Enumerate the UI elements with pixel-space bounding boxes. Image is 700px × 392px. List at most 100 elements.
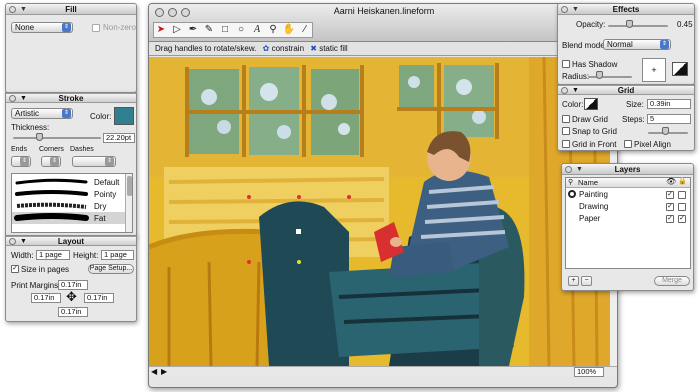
brush-stroke-preview bbox=[16, 202, 87, 209]
margin-right-field[interactable]: 0.17in bbox=[84, 293, 114, 303]
grid-steps-slider-knob[interactable] bbox=[662, 127, 669, 135]
horizontal-scrollbar[interactable]: ◀ ▶ 100% bbox=[149, 366, 617, 377]
width-label: Width: bbox=[11, 251, 34, 260]
document-titlebar[interactable]: Aarni Heiskanen.lineform ➤ ▷ ✒ ✎ □ ○ A ⚲… bbox=[149, 4, 617, 42]
disclosure-triangle-icon[interactable]: ▼ bbox=[20, 237, 27, 246]
draw-grid-checkbox[interactable] bbox=[562, 115, 570, 123]
document-window: Aarni Heiskanen.lineform ➤ ▷ ✒ ✎ □ ○ A ⚲… bbox=[148, 3, 618, 388]
list-item[interactable]: Dry bbox=[12, 200, 132, 212]
ends-select[interactable]: ⇕ bbox=[11, 156, 31, 167]
thickness-field[interactable]: 22.20pt bbox=[103, 133, 135, 143]
pen-tool-icon[interactable]: ✒ bbox=[186, 23, 200, 37]
pixel-align-checkbox[interactable] bbox=[624, 140, 632, 148]
scroll-left-icon[interactable]: ◀ bbox=[151, 367, 157, 376]
brush-list[interactable]: Default Pointy Dry Fat bbox=[11, 173, 133, 233]
chevron-updown-icon: ⇕ bbox=[660, 40, 669, 49]
layer-visible-checkbox[interactable]: ✓ bbox=[666, 215, 674, 223]
radius-slider[interactable] bbox=[588, 76, 632, 78]
list-item[interactable]: Default bbox=[12, 176, 132, 188]
grid-size-label: Size: bbox=[626, 100, 644, 109]
list-item[interactable]: Pointy bbox=[12, 188, 132, 200]
pencil-tool-icon[interactable]: ✎ bbox=[202, 23, 216, 37]
has-shadow-label: Has Shadow bbox=[572, 60, 618, 69]
shadow-offset-pad[interactable]: + bbox=[642, 58, 666, 82]
close-icon[interactable] bbox=[9, 6, 16, 13]
opacity-slider-knob[interactable] bbox=[626, 20, 633, 28]
stroke-style-select[interactable]: Artistic ⇕ bbox=[11, 108, 73, 119]
size-in-pages-checkbox[interactable]: ✓ bbox=[11, 265, 19, 273]
grid-size-field[interactable]: 0.39in bbox=[647, 99, 691, 109]
rectangle-tool-icon[interactable]: □ bbox=[218, 23, 232, 37]
height-field[interactable]: 1 page bbox=[101, 250, 134, 260]
layer-lock-checkbox[interactable] bbox=[678, 203, 686, 211]
zoom-value: 100% bbox=[577, 367, 597, 376]
ellipse-tool-icon[interactable]: ○ bbox=[234, 23, 248, 37]
arrow-tool-icon[interactable]: ➤ bbox=[154, 23, 168, 37]
thickness-slider-knob[interactable] bbox=[36, 133, 43, 141]
disclosure-triangle-icon[interactable]: ▼ bbox=[572, 4, 579, 15]
painting-canvas[interactable] bbox=[149, 57, 609, 366]
layer-visible-checkbox[interactable]: ✓ bbox=[666, 191, 674, 199]
disclosure-triangle-icon[interactable]: ▼ bbox=[20, 94, 27, 103]
close-icon[interactable] bbox=[9, 95, 16, 102]
corners-select[interactable]: ⇕ bbox=[41, 156, 61, 167]
opacity-slider[interactable] bbox=[608, 25, 668, 27]
layers-panel-titlebar[interactable]: ▼ Layers bbox=[562, 164, 693, 175]
has-shadow-checkbox[interactable] bbox=[562, 60, 570, 68]
grid-in-front-checkbox[interactable] bbox=[562, 140, 570, 148]
margin-bottom-field[interactable]: 0.17in bbox=[58, 307, 88, 317]
fill-mode-select[interactable]: None ⇕ bbox=[11, 22, 73, 33]
close-icon[interactable] bbox=[9, 238, 16, 245]
layer-visible-checkbox[interactable]: ✓ bbox=[666, 203, 674, 211]
merge-button[interactable]: Merge bbox=[654, 276, 690, 286]
width-field[interactable]: 1 page bbox=[36, 250, 70, 260]
list-item[interactable]: Painting ✓ bbox=[566, 189, 690, 201]
print-margins-label: Print Margins: bbox=[11, 281, 61, 290]
active-layer-radio-icon[interactable] bbox=[568, 190, 576, 198]
disclosure-triangle-icon[interactable]: ▼ bbox=[20, 4, 27, 15]
visibility-column-icon: 👁 bbox=[666, 177, 677, 186]
disclosure-triangle-icon[interactable]: ▼ bbox=[572, 86, 579, 95]
margin-left-field[interactable]: 0.17in bbox=[31, 293, 61, 303]
zoom-tool-icon[interactable]: ⚲ bbox=[266, 23, 280, 37]
lock-column-icon: 🔒 bbox=[678, 178, 687, 185]
grid-steps-field[interactable]: 5 bbox=[647, 114, 691, 124]
nonzero-checkbox[interactable] bbox=[92, 24, 100, 32]
brush-label: Pointy bbox=[94, 190, 117, 199]
layer-lock-checkbox[interactable]: ✓ bbox=[678, 215, 686, 223]
radius-slider-knob[interactable] bbox=[596, 71, 603, 79]
shadow-color-well[interactable] bbox=[672, 62, 688, 76]
text-tool-icon[interactable]: A bbox=[250, 23, 264, 37]
list-item[interactable]: Drawing ✓ bbox=[566, 201, 690, 213]
scroll-right-icon[interactable]: ▶ bbox=[161, 367, 167, 376]
close-icon[interactable] bbox=[561, 87, 568, 94]
blend-mode-select[interactable]: Normal ⇕ bbox=[603, 39, 671, 50]
layer-lock-checkbox[interactable] bbox=[678, 191, 686, 199]
layout-panel-titlebar[interactable]: ▼ Layout bbox=[6, 236, 136, 246]
eyedropper-tool-icon[interactable]: ⁄ bbox=[298, 23, 312, 37]
grid-panel-titlebar[interactable]: ▼ Grid bbox=[558, 85, 694, 95]
stroke-panel-titlebar[interactable]: ▼ Stroke bbox=[6, 93, 136, 103]
list-item[interactable]: Fat bbox=[12, 212, 132, 224]
direct-select-icon[interactable]: ▷ bbox=[170, 23, 184, 37]
disclosure-triangle-icon[interactable]: ▼ bbox=[576, 164, 583, 175]
margin-right-value: 0.17in bbox=[87, 293, 108, 302]
snap-to-grid-checkbox[interactable] bbox=[562, 127, 570, 135]
thickness-slider[interactable] bbox=[13, 137, 101, 139]
page-setup-button[interactable]: Page Setup... bbox=[88, 264, 134, 274]
zoom-field[interactable]: 100% bbox=[574, 367, 604, 377]
effects-panel-titlebar[interactable]: ▼ Effects bbox=[558, 4, 694, 15]
list-item[interactable]: Paper ✓ ✓ bbox=[566, 213, 690, 225]
brush-list-scrollbar[interactable] bbox=[125, 174, 132, 232]
remove-layer-button[interactable]: − bbox=[581, 276, 592, 286]
grid-color-well[interactable] bbox=[584, 98, 598, 110]
dashes-select[interactable]: ⇕ bbox=[72, 156, 116, 167]
fill-panel-titlebar[interactable]: ▼ Fill bbox=[6, 4, 136, 15]
scrollbar-thumb[interactable] bbox=[127, 176, 132, 196]
add-layer-button[interactable]: + bbox=[568, 276, 579, 286]
stroke-color-well[interactable] bbox=[114, 107, 134, 125]
hand-tool-icon[interactable]: ✋ bbox=[282, 23, 296, 37]
close-icon[interactable] bbox=[565, 166, 572, 173]
close-icon[interactable] bbox=[561, 6, 568, 13]
layout-panel: ▼ Layout Width: 1 page Height: 1 page ✓ … bbox=[5, 235, 137, 322]
